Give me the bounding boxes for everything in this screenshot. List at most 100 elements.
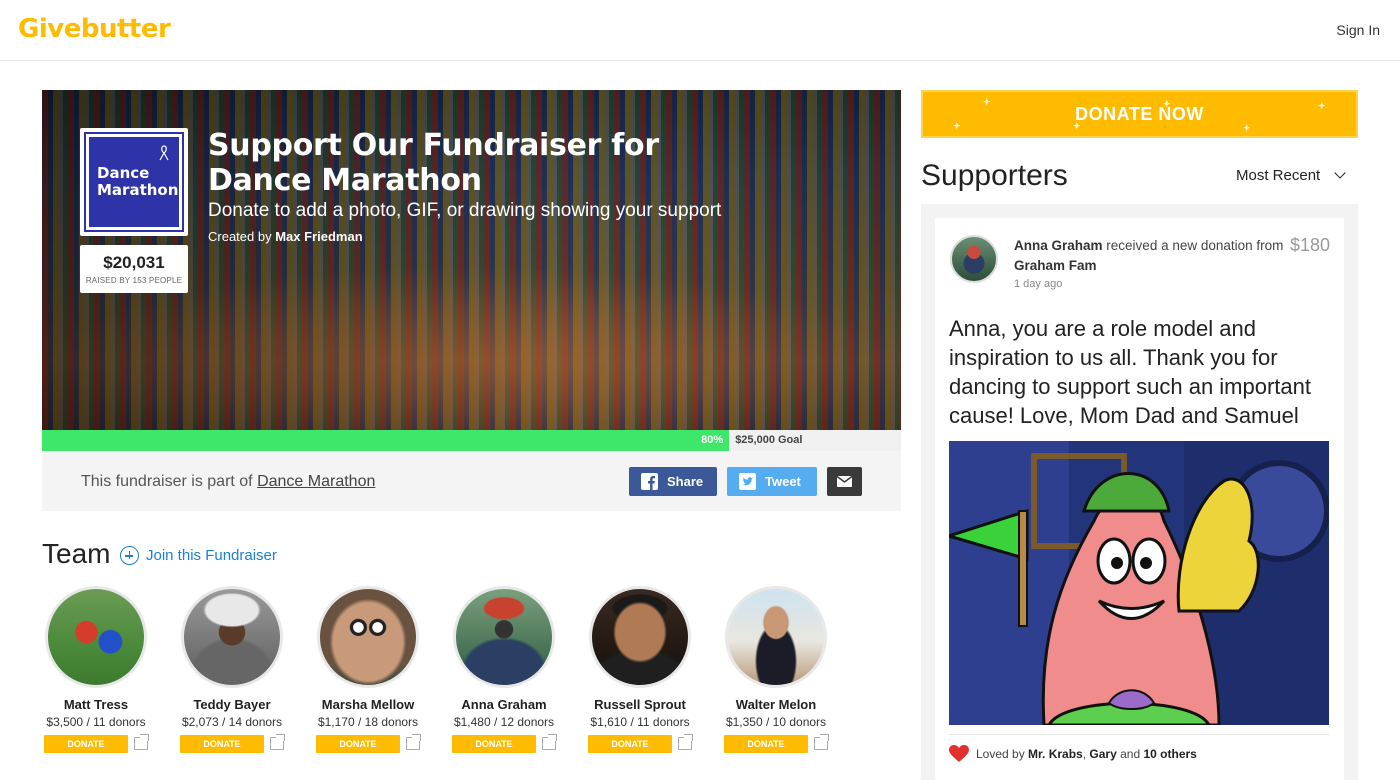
donation-message: Anna, you are a role model and inspirati… <box>949 316 1312 428</box>
sparkle-icon: ✦ <box>1318 101 1327 111</box>
loved-by-label: Loved by <box>976 747 1025 761</box>
donation-card: Anna Graham received a new donation from… <box>935 218 1344 780</box>
team-logo-line2: Marathon <box>97 181 179 199</box>
cartoon-gif-illustration <box>949 441 1329 725</box>
share-arrow-icon[interactable] <box>134 734 149 750</box>
member-actions: DONATE <box>436 734 572 753</box>
member-avatar[interactable] <box>317 586 419 688</box>
campaign-title: Support Our Fundraiser for Dance Maratho… <box>208 128 708 198</box>
campaign-subtitle: Donate to add a photo, GIF, or drawing s… <box>208 200 722 221</box>
member-stats: $1,480 / 12 donors <box>453 715 555 729</box>
campaign-creator: Created by Max Friedman <box>208 229 363 244</box>
member-name[interactable]: Matt Tress <box>28 697 164 712</box>
share-bar: This fundraiser is part of Dance Maratho… <box>42 451 901 511</box>
donation-header: Anna Graham received a new donation from… <box>1014 236 1284 276</box>
share-arrow-icon[interactable] <box>406 734 421 750</box>
sparkle-icon: ✦ <box>1243 123 1252 133</box>
loved-name: Gary <box>1089 747 1117 761</box>
team-logo: Dance Marathon <box>80 128 188 236</box>
sign-in-link[interactable]: Sign In <box>1336 22 1380 38</box>
join-fundraiser-label: Join this Fundraiser <box>146 547 277 564</box>
top-navigation-bar: Givebutter Sign In <box>0 0 1400 61</box>
sparkle-icon: ✦ <box>953 121 962 131</box>
loved-others[interactable]: 10 others <box>1143 747 1196 761</box>
member-actions: DONATE <box>28 734 164 753</box>
campaign-title-line1: Support Our Fundraiser for <box>208 128 659 163</box>
sparkle-icon: ✦ <box>983 97 992 107</box>
team-member-card: Walter Melon $1,350 / 10 donors DONATE <box>708 586 844 753</box>
campaign-title-line2: Dance Marathon <box>208 163 482 198</box>
progress-bar: 80% $25,000 Goal <box>42 430 901 451</box>
envelope-icon <box>836 475 853 487</box>
member-donate-button[interactable]: DONATE <box>44 735 128 753</box>
member-actions: DONATE <box>572 734 708 753</box>
heart-icon[interactable] <box>949 745 969 763</box>
loved-name: Mr. Krabs <box>1028 747 1083 761</box>
loved-and: and <box>1120 747 1141 761</box>
member-name[interactable]: Walter Melon <box>708 697 844 712</box>
sort-value: Most Recent <box>1236 167 1321 184</box>
donate-now-label: DONATE NOW <box>1075 104 1204 124</box>
member-name[interactable]: Marsha Mellow <box>300 697 436 712</box>
member-name[interactable]: Russell Sprout <box>572 697 708 712</box>
supporters-heading: Supporters <box>921 159 1068 192</box>
member-actions: DONATE <box>164 734 300 753</box>
member-donate-button[interactable]: DONATE <box>588 735 672 753</box>
twitter-tweet-button[interactable]: Tweet <box>727 467 817 496</box>
team-logo-text: Dance Marathon <box>97 165 178 199</box>
received-text: received a new donation from <box>1106 238 1284 253</box>
share-arrow-icon[interactable] <box>542 734 557 750</box>
member-stats: $1,170 / 18 donors <box>317 715 419 729</box>
goal-amount: $25,000 Goal <box>735 434 803 446</box>
donate-now-button[interactable]: ✦ ✦ ✦ ✦ ✦ ✦ DONATE NOW <box>921 90 1358 138</box>
member-name[interactable]: Teddy Bayer <box>164 697 300 712</box>
join-fundraiser-link[interactable]: Join this Fundraiser <box>120 546 277 565</box>
member-name[interactable]: Anna Graham <box>436 697 572 712</box>
share-arrow-icon[interactable] <box>678 734 693 750</box>
part-of-label: This fundraiser is part of <box>81 473 253 490</box>
chevron-down-icon <box>1334 167 1346 179</box>
tweet-label: Tweet <box>765 474 801 489</box>
progress-percent: 80% <box>701 434 724 446</box>
recipient-avatar[interactable] <box>950 235 998 283</box>
team-logo-badge: Dance Marathon <box>84 132 184 232</box>
created-by-label: Created by <box>208 229 272 244</box>
share-arrow-icon[interactable] <box>270 734 285 750</box>
raised-amount-box: $20,031 RAISED BY 153 PEOPLE <box>80 245 188 293</box>
member-stats: $1,350 / 10 donors <box>725 715 827 729</box>
raised-by-count: RAISED BY 153 PEOPLE <box>85 276 183 285</box>
givebutter-logo[interactable]: Givebutter <box>18 14 171 44</box>
raised-amount: $20,031 <box>103 253 165 272</box>
member-avatar[interactable] <box>725 586 827 688</box>
campaign-hero-image: Dance Marathon $20,031 RAISED BY 153 PEO… <box>42 90 901 430</box>
team-member-card: Marsha Mellow $1,170 / 18 donors DONATE <box>300 586 436 753</box>
twitter-icon <box>739 473 756 490</box>
member-avatar[interactable] <box>453 586 555 688</box>
sparkle-icon: ✦ <box>1163 99 1172 109</box>
member-avatar[interactable] <box>181 586 283 688</box>
supporters-sort-dropdown[interactable]: Most Recent <box>1236 167 1346 184</box>
member-actions: DONATE <box>708 734 844 753</box>
team-member-card: Teddy Bayer $2,073 / 14 donors DONATE <box>164 586 300 753</box>
parent-campaign-link[interactable]: Dance Marathon <box>257 473 375 490</box>
member-donate-button[interactable]: DONATE <box>452 735 536 753</box>
member-stats: $3,500 / 11 donors <box>46 715 146 729</box>
email-share-button[interactable] <box>827 467 862 496</box>
card-divider <box>949 734 1329 735</box>
member-donate-button[interactable]: DONATE <box>180 735 264 753</box>
member-actions: DONATE <box>300 734 436 753</box>
member-donate-button[interactable]: DONATE <box>316 735 400 753</box>
creator-name[interactable]: Max Friedman <box>275 229 362 244</box>
part-of-text: This fundraiser is part of Dance Maratho… <box>81 473 375 491</box>
member-avatar[interactable] <box>589 586 691 688</box>
supporters-feed: Anna Graham received a new donation from… <box>921 204 1358 780</box>
member-stats: $2,073 / 14 donors <box>181 715 283 729</box>
recipient-name[interactable]: Anna Graham <box>1014 238 1103 253</box>
facebook-share-button[interactable]: Share <box>629 467 717 496</box>
loved-by-row: Loved by Mr. Krabs, Gary and 10 others <box>949 745 1197 763</box>
donation-time: 1 day ago <box>1014 278 1063 290</box>
share-arrow-icon[interactable] <box>814 734 829 750</box>
member-donate-button[interactable]: DONATE <box>724 735 808 753</box>
member-avatar[interactable] <box>45 586 147 688</box>
progress-bar-fill: 80% <box>42 430 730 451</box>
